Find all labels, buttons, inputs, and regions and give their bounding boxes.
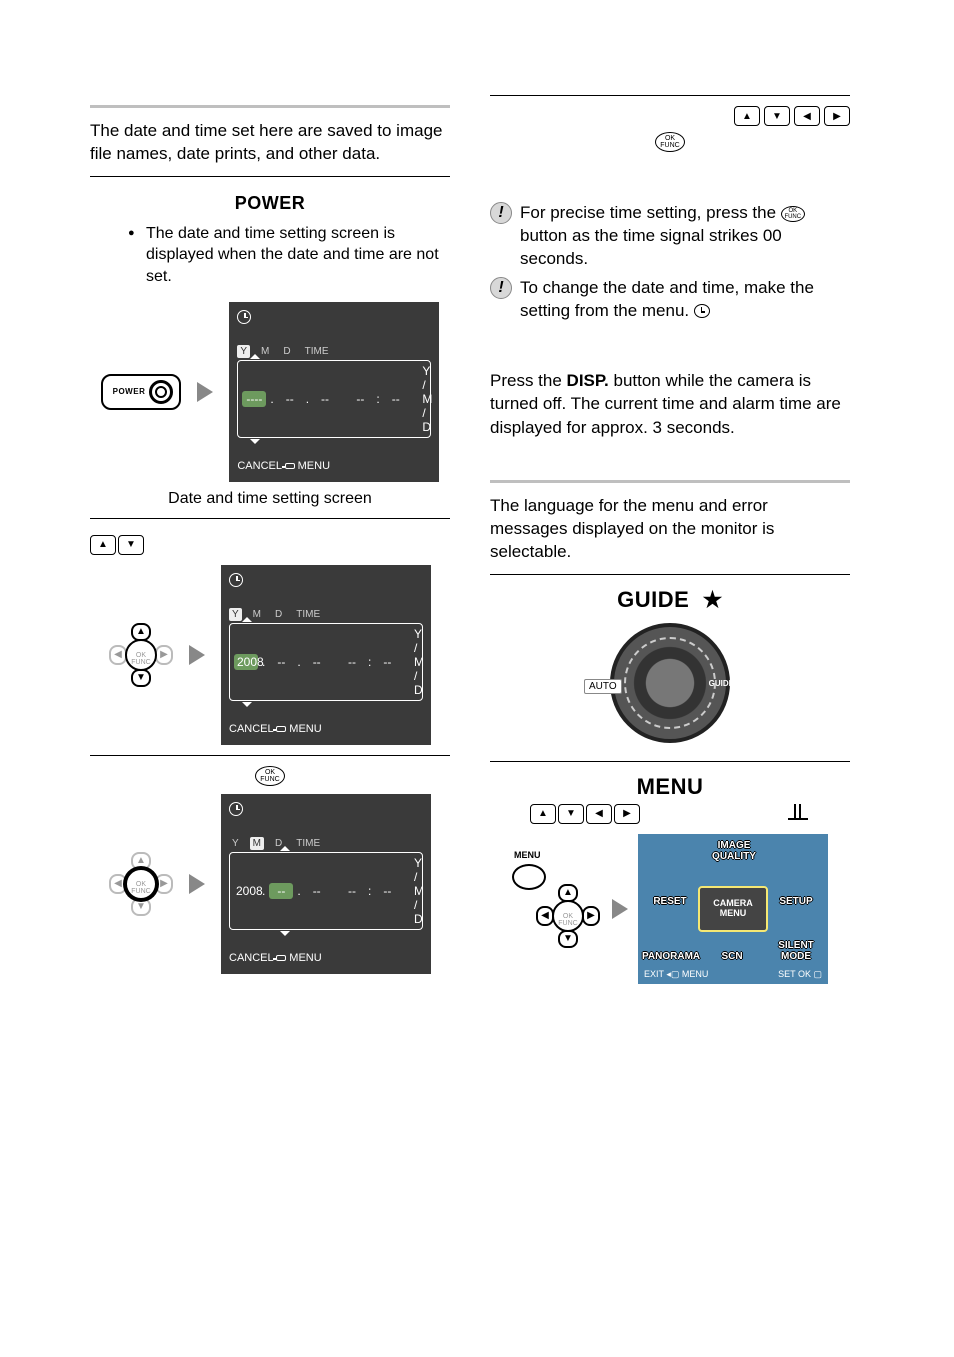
step3-heading-row: OK FUNC <box>90 766 450 786</box>
nav-down-icon: ▼ <box>764 106 790 126</box>
step1-caption: Date and time setting screen <box>90 490 450 508</box>
caution-icon: ! <box>490 277 512 299</box>
top-menu-screen: IMAGE QUALITY RESET CAMERA MENU SETUP PA… <box>638 834 828 984</box>
clock-icon <box>694 304 710 318</box>
lcd-screen-3: Y M D TIME 2008. --. -- --: -- Y / M / D <box>221 794 431 974</box>
power-button-icon: POWER <box>101 374 182 410</box>
step1-note: The date and time setting screen is disp… <box>110 223 450 288</box>
note-change-datetime: ! To change the date and time, make the … <box>490 277 850 323</box>
lcd-screen-2: Y M D TIME 2008. --. -- --: -- Y / M / D <box>221 565 431 745</box>
arrow-icon <box>197 382 213 402</box>
caution-icon: ! <box>490 202 512 224</box>
lcd3-year: 2008 <box>234 884 258 898</box>
nav-down-icon: ▼ <box>558 804 584 824</box>
nav-right-icon: ▶ <box>824 106 850 126</box>
lcd-tab-time: TIME <box>302 345 332 358</box>
lcd2-year: 2008 <box>234 654 258 670</box>
nav-right-icon: ▶ <box>614 804 640 824</box>
dpad-icon: ▲ ▼ ◀ ▶ OKFUNC <box>109 852 173 916</box>
lcd-screen-1: Y M D TIME ----. --. -- --: -- Y / M / D <box>229 302 439 482</box>
lang-step1-heading: GUIDE ★ <box>490 587 850 613</box>
divider <box>90 518 450 519</box>
power-btn-text: POWER <box>113 387 146 396</box>
step3-figure: ▲ ▼ ◀ ▶ OKFUNC Y M D TIME 2008. --. <box>90 794 450 974</box>
arrow-icon <box>189 645 205 665</box>
menu-button-cluster: MENU ▲ ▼ ◀ ▶ OKFUNC <box>512 864 602 954</box>
intro-text: The date and time set here are saved to … <box>90 120 450 166</box>
clock-icon <box>229 802 243 816</box>
menu-reset: RESET <box>642 896 698 907</box>
nav-left-icon: ◀ <box>586 804 612 824</box>
lcd-tab-d: D <box>280 345 293 358</box>
section-divider <box>490 480 850 483</box>
menu-silent: SILENT MODE <box>768 940 824 962</box>
check-body: Press the DISP. button while the camera … <box>490 369 850 440</box>
mode-dial-icon: AUTO GUIDE <box>610 623 730 743</box>
up-icon: ▲ <box>90 535 116 555</box>
step2-heading-row: ▲ ▼ <box>90 535 450 555</box>
divider <box>90 755 450 756</box>
lang-intro: The language for the menu and error mess… <box>490 495 850 564</box>
lcd-tab-y: Y <box>237 345 250 358</box>
menu-panorama: PANORAMA <box>642 951 698 962</box>
step1-figure: POWER Y M D TIME ----. --. -- --: <box>90 302 450 482</box>
nav-up-icon: ▲ <box>530 804 556 824</box>
setup-icon <box>788 804 810 822</box>
arrow-icon <box>612 899 628 919</box>
okfunc-icon: OK FUNC <box>655 132 685 152</box>
dpad-icon: ▲ ▼ ◀ ▶ OKFUNC <box>536 884 600 948</box>
dpad-icon: ▲ ▼ ◀ ▶ OKFUNC <box>109 623 173 687</box>
lcd1-year: ---- <box>242 391 266 407</box>
menu-scn: SCN <box>712 951 752 962</box>
divider <box>490 95 850 96</box>
lang-step2-figure: MENU ▲ ▼ ◀ ▶ OKFUNC IMAGE QUALITY RESET … <box>490 834 850 984</box>
divider <box>490 574 850 575</box>
section-divider <box>90 105 450 108</box>
nav-left-icon: ◀ <box>794 106 820 126</box>
mode-dial-figure: AUTO GUIDE <box>490 623 850 743</box>
lang-step2-heading: MENU <box>490 774 850 800</box>
step1-heading: POWER <box>90 189 450 215</box>
divider <box>90 176 450 177</box>
menu-setup: SETUP <box>768 896 824 907</box>
okfunc-icon: OK FUNC <box>255 766 285 786</box>
down-icon: ▼ <box>118 535 144 555</box>
step2-figure: ▲ ▼ ◀ ▶ OKFUNC Y M D TIME 2008. --. <box>90 565 450 745</box>
clock-icon <box>237 310 251 324</box>
divider <box>490 761 850 762</box>
power-label: POWER <box>235 193 306 213</box>
okfunc-icon: OKFUNC <box>781 206 805 222</box>
menu-image-quality: IMAGE QUALITY <box>706 840 762 862</box>
menu-camera-menu: CAMERA MENU <box>698 886 768 932</box>
nav-up-icon: ▲ <box>734 106 760 126</box>
note-precise-time: ! For precise time setting, press the OK… <box>490 202 850 271</box>
clock-icon <box>229 573 243 587</box>
arrow-icon <box>189 874 205 894</box>
